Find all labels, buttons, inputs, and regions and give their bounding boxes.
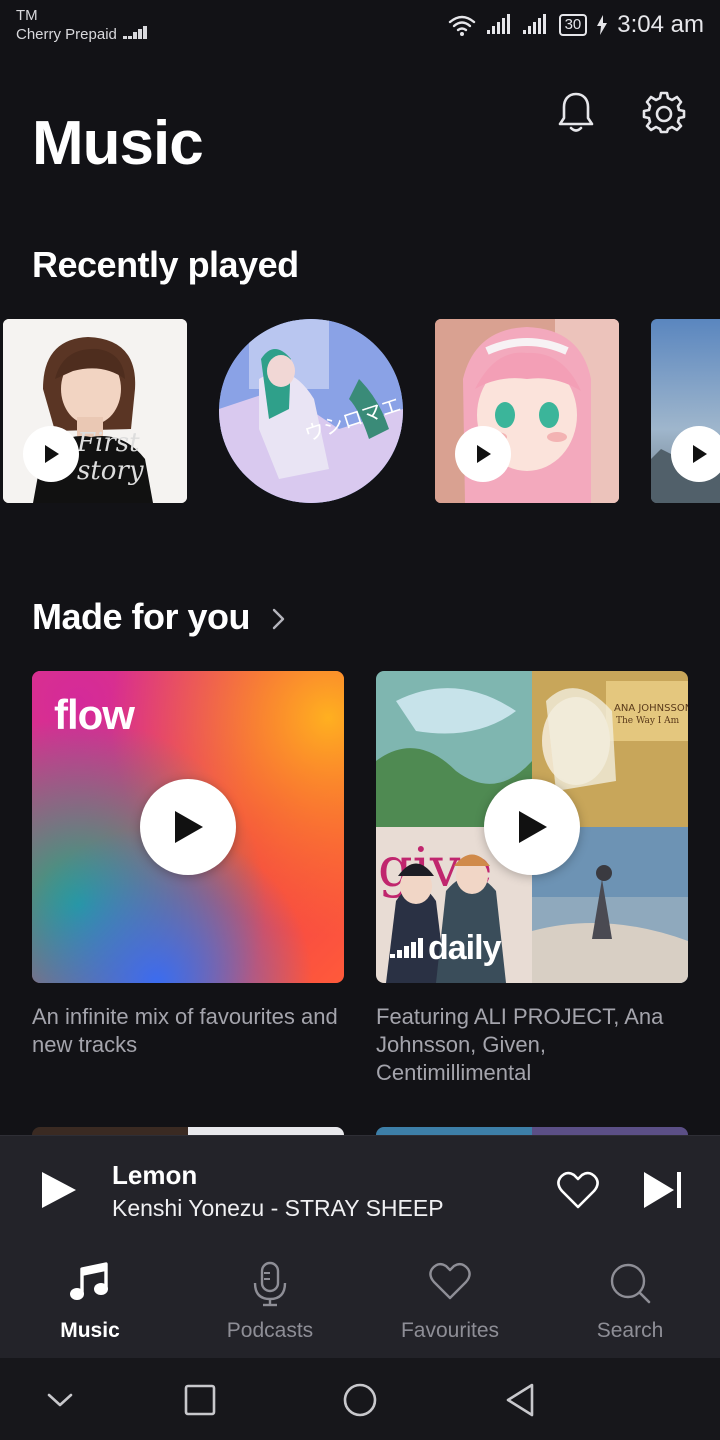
triangle-back-icon (506, 1383, 534, 1417)
carrier-line2: Cherry Prepaid (16, 25, 148, 44)
status-icons: 30 3:04 am (447, 8, 704, 42)
carrier-name: Cherry Prepaid (16, 26, 117, 43)
chevron-down-icon (47, 1393, 73, 1407)
data-signal-icon (123, 26, 148, 39)
status-bar: TM Cherry Prepaid 30 3:04 am (0, 0, 720, 52)
play-icon (477, 445, 491, 463)
recent-item-1-play-button[interactable] (23, 426, 79, 482)
microphone-icon (253, 1261, 287, 1307)
recent-item-4[interactable] (651, 319, 720, 503)
recent-item-3[interactable] (435, 319, 619, 503)
equalizer-icon (390, 937, 423, 958)
recently-played-carousel[interactable]: First story ウシロマエ (0, 319, 720, 503)
recent-item-3-play-button[interactable] (455, 426, 511, 482)
settings-button[interactable] (640, 88, 688, 136)
svg-text:story: story (77, 456, 144, 486)
signal-icon-2 (522, 14, 546, 34)
music-note-icon (70, 1262, 108, 1300)
tab-music[interactable]: Music (0, 1243, 180, 1358)
charging-icon (597, 15, 608, 35)
svg-text:The Way I Am: The Way I Am (616, 716, 680, 726)
artist-art: ウシロマエ (219, 319, 403, 503)
made-for-you-label: Made for you (32, 596, 251, 637)
tab-search[interactable]: Search (540, 1243, 720, 1358)
favourite-track-button[interactable] (554, 1166, 602, 1214)
heart-icon (429, 1262, 471, 1300)
notifications-button[interactable] (552, 88, 600, 136)
tab-podcasts-label: Podcasts (226, 1319, 314, 1342)
svg-text:ANA JOHNSSON: ANA JOHNSSON (614, 703, 688, 714)
player-play-button[interactable] (34, 1166, 82, 1214)
album-art-text: First (76, 428, 140, 458)
status-time: 3:04 am (617, 11, 704, 38)
flow-label: flow (54, 691, 135, 738)
track-title: Lemon (112, 1160, 198, 1190)
tab-search-label: Search (596, 1319, 664, 1342)
page-title: Music (32, 109, 204, 178)
flow-card[interactable]: flow (32, 671, 344, 983)
hide-nav-button[interactable] (38, 1378, 82, 1422)
wifi-icon (448, 15, 475, 36)
battery-level: 30 (564, 16, 582, 33)
daily-description: Featuring ALI PROJECT, Ana Johnsson, Giv… (376, 1004, 664, 1085)
gear-icon (642, 91, 686, 134)
tab-favourites-label: Favourites (400, 1319, 500, 1342)
bottom-tab-bar: Music Podcasts Favourites Search (0, 1243, 720, 1358)
album-art: First story (3, 319, 187, 503)
search-icon (610, 1263, 651, 1304)
tab-music-label: Music (60, 1319, 120, 1342)
track-artist-album: Kenshi Yonezu - STRAY SHEEP (112, 1195, 444, 1221)
home-button[interactable] (338, 1378, 382, 1422)
daily-label: daily (428, 929, 501, 967)
recently-played-title: Recently played (32, 244, 299, 285)
play-icon (693, 445, 707, 463)
play-icon (42, 1172, 76, 1208)
recent-item-2[interactable]: ウシロマエ (219, 319, 403, 503)
system-navigation-bar (0, 1358, 720, 1440)
tab-podcasts[interactable]: Podcasts (180, 1243, 360, 1358)
album-art (435, 319, 619, 503)
signal-icon-1 (486, 14, 510, 34)
next-track-button[interactable] (638, 1166, 686, 1214)
daily-play-button[interactable] (484, 779, 580, 875)
circle-icon (343, 1383, 377, 1417)
battery-indicator: 30 (558, 14, 588, 36)
recent-item-1[interactable]: First story (3, 319, 187, 503)
recents-button[interactable] (178, 1378, 222, 1422)
skip-next-icon (644, 1172, 681, 1208)
play-icon (519, 811, 547, 843)
play-icon (175, 811, 203, 843)
recent-item-4-play-button[interactable] (671, 426, 720, 482)
back-button[interactable] (498, 1378, 542, 1422)
tab-favourites[interactable]: Favourites (360, 1243, 540, 1358)
daily-badge: daily (390, 929, 501, 968)
bell-icon (558, 92, 594, 132)
square-icon (184, 1384, 216, 1416)
chevron-right-icon (272, 609, 284, 630)
carrier-info: TM Cherry Prepaid (16, 6, 148, 44)
play-icon (45, 445, 59, 463)
mini-player[interactable]: Lemon Kenshi Yonezu - STRAY SHEEP (0, 1135, 720, 1243)
heart-icon (557, 1171, 599, 1209)
daily-card[interactable]: ANA JOHNSSON The Way I Am give daily (376, 671, 688, 983)
flow-description: An infinite mix of favourites and new tr… (32, 1004, 338, 1057)
flow-play-button[interactable] (140, 779, 236, 875)
made-for-you-title[interactable]: Made for you (32, 596, 288, 638)
carrier-line1: TM (16, 7, 38, 24)
